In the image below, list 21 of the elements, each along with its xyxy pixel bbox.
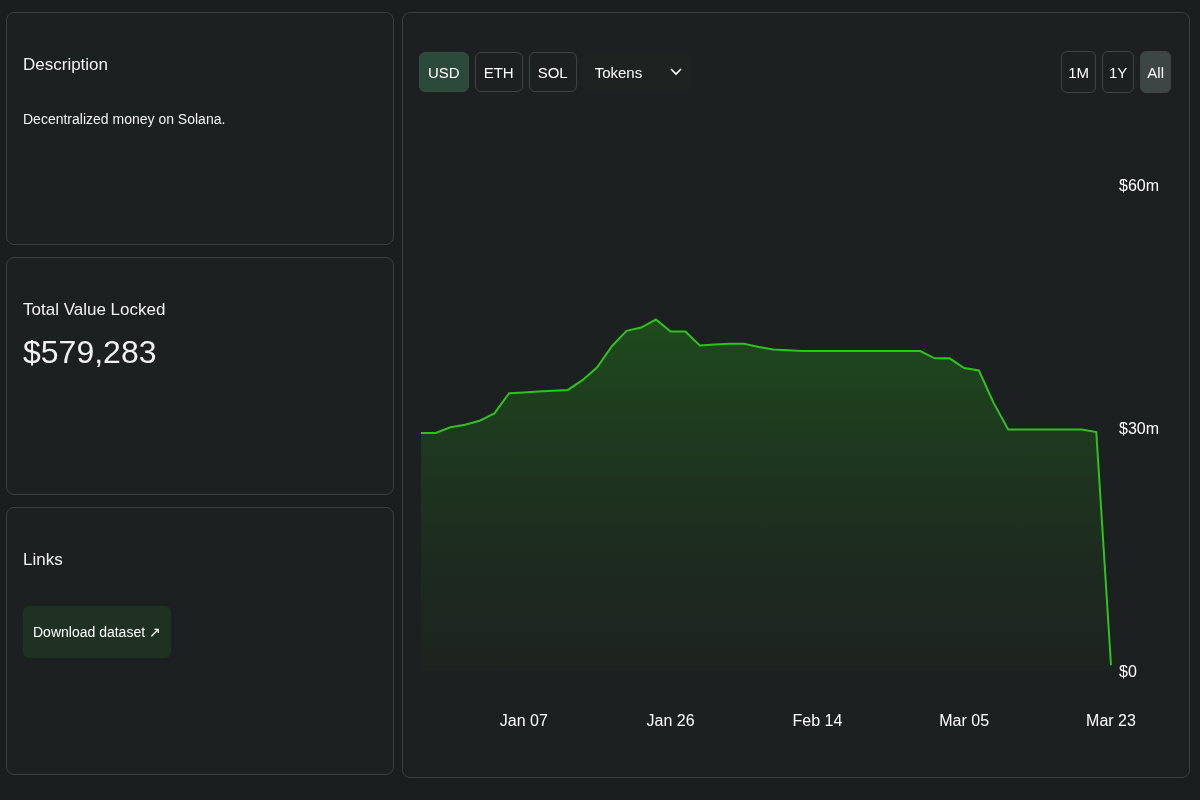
card-title: Description — [23, 55, 109, 75]
y-axis-label: $30m — [1119, 420, 1160, 437]
description-text: Decentralized money on Solana. — [23, 111, 227, 127]
y-axis-label: $0 — [1119, 663, 1137, 680]
range-button[interactable]: 1Y — [1101, 51, 1135, 93]
x-axis-label: Mar 23 — [1086, 712, 1136, 729]
range-button[interactable]: All — [1140, 51, 1171, 93]
currency-button[interactable]: SOL — [528, 52, 577, 92]
x-axis-label: Mar 05 — [939, 712, 990, 729]
x-axis-label: Jan 26 — [646, 712, 695, 729]
tvl-value: $579,283 — [23, 334, 157, 371]
x-axis-label: Feb 14 — [792, 712, 843, 729]
y-axis-label: $60m — [1119, 177, 1160, 194]
range-button[interactable]: 1M — [1061, 51, 1096, 93]
chevron-down-icon — [670, 68, 683, 76]
currency-button[interactable]: USD — [419, 52, 469, 92]
card-title: Links — [23, 550, 63, 570]
currency-button[interactable]: ETH — [474, 52, 523, 92]
x-axis-label: Jan 07 — [499, 712, 548, 729]
card-title: Total Value Locked — [23, 300, 166, 320]
download-link[interactable]: Download dataset ↗ — [23, 606, 171, 658]
